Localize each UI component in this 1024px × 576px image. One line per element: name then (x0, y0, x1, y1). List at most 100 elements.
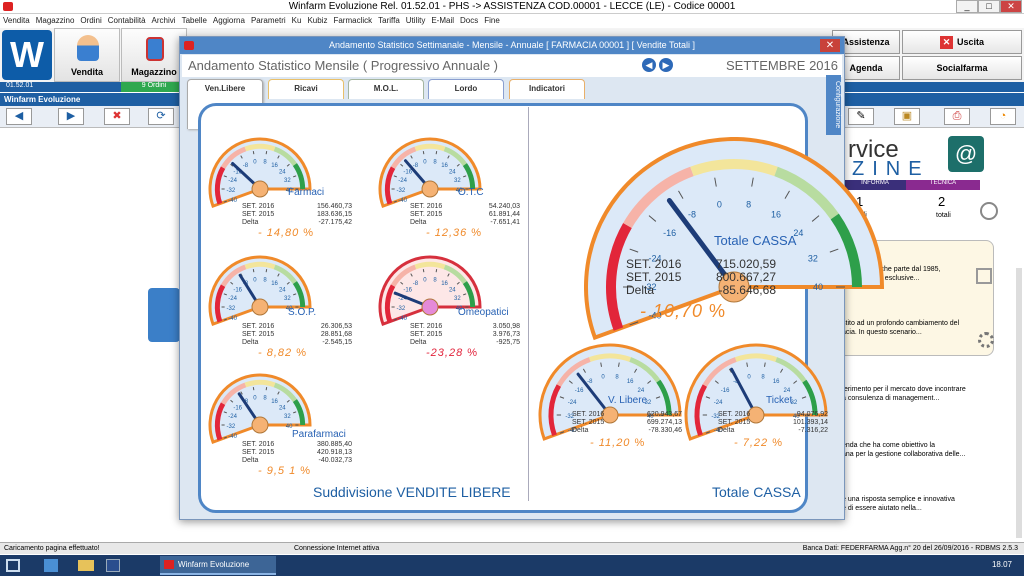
gauge-percent: -23,28 % (426, 347, 478, 359)
gauge-scale-label: 40 (813, 282, 823, 292)
news-line-10: e di essere aiutato nella... (842, 505, 922, 512)
gauge-scale-label: -8 (243, 163, 249, 169)
powershell-icon[interactable] (106, 559, 120, 572)
taskbar-winfarm[interactable]: Winfarm Evoluzione (160, 556, 276, 575)
folder-icon[interactable] (78, 560, 94, 571)
gauge-row-label: SET. 2016 (410, 323, 443, 330)
gauge-row-value: -7.316,22 (798, 427, 828, 434)
gauge-scale-label: 16 (271, 163, 278, 169)
gauge-tick (265, 387, 268, 391)
gauge-scale-label: -16 (721, 388, 730, 394)
gauge-scale-label: 16 (627, 379, 634, 385)
gauge-percent-value: - 11,20 (590, 437, 631, 449)
gauge-row-value: -85.646,68 (718, 283, 776, 297)
menu-tabelle[interactable]: Tabelle (179, 14, 210, 28)
menu-vendita[interactable]: Vendita (0, 14, 33, 28)
gauge-row-value: -78.330,46 (648, 427, 682, 434)
gauge-row-label: SET. 2015 (242, 211, 275, 218)
menu-contabilita[interactable]: Contabilità (105, 14, 149, 28)
gauge-row-label: Delta (626, 283, 655, 297)
gear-icon[interactable] (978, 332, 994, 348)
menu-magazzino[interactable]: Magazzino (33, 14, 78, 28)
gauge-scale-label: 0 (717, 199, 722, 209)
gauge-percent-sign: % (703, 301, 727, 321)
menu-email[interactable]: E-Mail (428, 14, 457, 28)
gauge-row-label: SET. 2016 (626, 257, 682, 271)
gauge-tick (252, 387, 255, 391)
taskbar-app-icon[interactable] (44, 559, 58, 572)
pharmacist-icon (77, 35, 99, 61)
gauge-percent-value: - 14,80 (258, 227, 300, 239)
gauge-scale-label: -8 (688, 209, 696, 219)
gauge-row-label: Delta (718, 427, 735, 434)
gauge-row-label: SET. 2015 (410, 211, 443, 218)
gauge-row-value: 26.306,53 (320, 323, 352, 330)
windows-icon (976, 268, 992, 284)
vendita-button[interactable]: Vendita (54, 28, 120, 82)
magazzino-button[interactable]: Magazzino (121, 28, 187, 82)
gauge-row-value: 94.076,92 (796, 411, 828, 418)
gauge-scale-label: 24 (449, 287, 456, 293)
gauge-name: Omeopatici (458, 307, 509, 318)
gauge-percent-sign: % (296, 465, 312, 477)
ordini-badge[interactable]: 9 Ordini (121, 82, 187, 92)
rss-icon[interactable]: ◔ (990, 108, 1016, 125)
start-icon[interactable] (6, 559, 20, 572)
menu-parametri[interactable]: Parametri (248, 14, 289, 28)
gauge-name: O.T.C (458, 187, 484, 198)
print-icon[interactable]: ⎙ (944, 108, 970, 125)
gauge-scale-label: -24 (228, 296, 237, 302)
tecnica-tab[interactable]: TECNICA (906, 180, 980, 190)
status-bar: Caricamento pagina effettuato! Connessio… (0, 542, 1024, 554)
stop-icon[interactable]: ✖ (104, 108, 130, 125)
gauge-percent-value: - 9,5 1 (258, 465, 297, 477)
gauge-scale-label: -24 (714, 400, 723, 406)
gauge-row-value: 183.636,15 (316, 211, 352, 218)
winfarm-task-icon (164, 560, 174, 569)
gauge-tick (422, 151, 425, 155)
menu-archivi[interactable]: Archivi (149, 14, 179, 28)
medicine-icon (146, 37, 164, 61)
menu-tariffa[interactable]: Tariffa (375, 14, 403, 28)
gauge-row-value: 699.274,13 (646, 419, 682, 426)
menu-utility[interactable]: Utility (403, 14, 429, 28)
menu-ordini[interactable]: Ordini (77, 14, 104, 28)
gauge-row-value: 620.943,67 (646, 411, 682, 418)
gauge-percent-sign: % (768, 437, 783, 449)
socialfarma-button[interactable]: Socialfarma (902, 56, 1022, 80)
menu-kubiz[interactable]: Kubiz (304, 14, 330, 28)
gauge-percent-value: - 8,82 (258, 347, 293, 359)
gauge-row-label: SET. 2015 (718, 419, 751, 426)
gauge-row-label: SET. 2015 (626, 270, 682, 284)
forward-arrow-icon[interactable]: ▶ (58, 108, 84, 125)
scrollbar[interactable] (1016, 268, 1022, 538)
edit-icon[interactable]: ✎ (848, 108, 874, 125)
gauge-tick (435, 269, 438, 273)
image-icon[interactable]: ▣ (894, 108, 920, 125)
refresh-icon[interactable]: ⟳ (148, 108, 174, 125)
menu-farmaclick[interactable]: Farmaclick (330, 14, 375, 28)
gauge-percent-sign: % (467, 227, 483, 239)
menu-aggiorna[interactable]: Aggiorna (210, 14, 248, 28)
close-button[interactable]: ✕ (1000, 0, 1022, 13)
uscita-button[interactable]: ✕ Uscita (902, 30, 1022, 54)
menu-fine[interactable]: Fine (481, 14, 503, 28)
gauge-layer: -40 -32 -24 -16 -8 0 8 16 24 32 40 Farmaci SET. 2016… (180, 37, 885, 519)
menu-docs[interactable]: Docs (457, 14, 481, 28)
winfarm-logo: W (2, 30, 52, 80)
magnifier-icon[interactable] (980, 202, 998, 220)
minimize-button[interactable]: _ (956, 0, 978, 13)
gauge-dial-4: -40-32-24-16-80816243240 (208, 373, 312, 445)
gauge-hub (601, 406, 619, 424)
gauge-row-value: 61.891,44 (488, 211, 520, 218)
left-section-title: Suddivisione VENDITE LIBERE (313, 484, 511, 500)
version-label: 01.52.01 (6, 82, 34, 89)
gauge-scale-label: 16 (773, 379, 780, 385)
gauge-name: V. Libere (608, 395, 648, 406)
gauge-row-label: Delta (242, 219, 259, 226)
gauge-scale-label: -24 (228, 178, 237, 184)
back-arrow-icon[interactable]: ◀ (6, 108, 32, 125)
menu-ku[interactable]: Ku (289, 14, 305, 28)
maximize-button[interactable]: □ (978, 0, 1000, 13)
gauge-band (244, 143, 276, 152)
